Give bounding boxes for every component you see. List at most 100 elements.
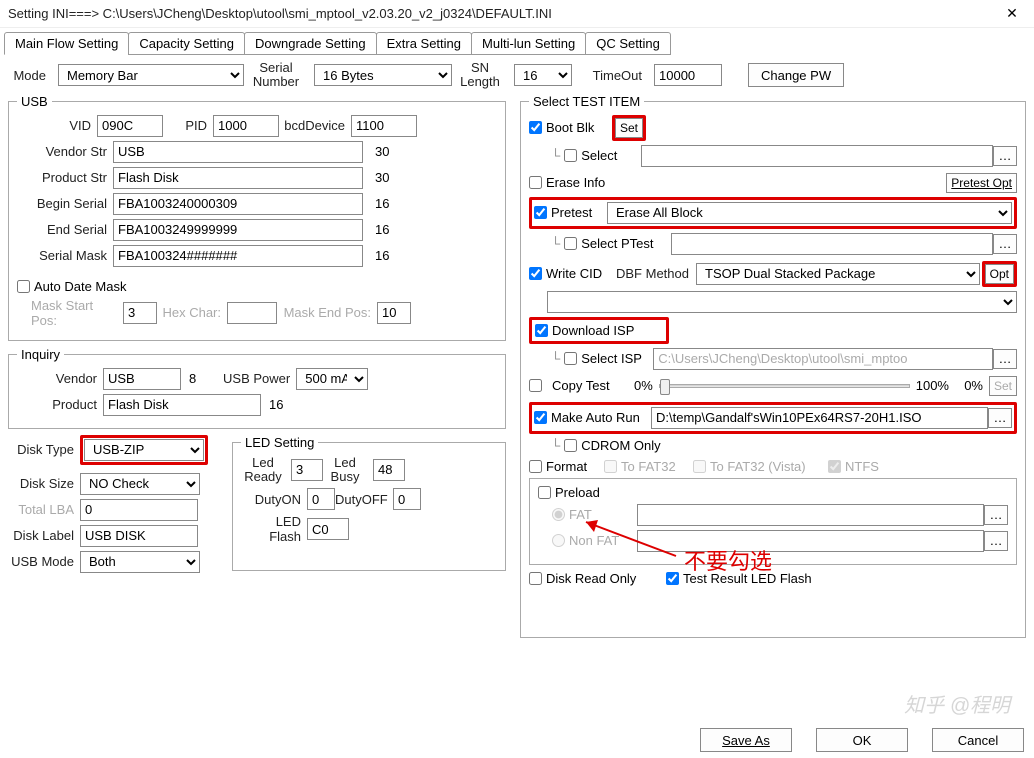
hex-char-input [227, 302, 277, 324]
begin-serial-input[interactable] [113, 193, 363, 215]
fat32-checkbox [604, 460, 617, 473]
ntfs-checkbox [828, 460, 841, 473]
pretest-select[interactable]: Erase All Block [607, 202, 1012, 224]
select-label: Select [581, 148, 641, 163]
cdrom-only-label: CDROM Only [581, 438, 660, 453]
select-ptest-label: Select PTest [581, 236, 671, 251]
test-legend: Select TEST ITEM [529, 94, 644, 109]
usb-mode-select[interactable]: Both [80, 551, 200, 573]
write-cid-checkbox[interactable] [529, 267, 542, 280]
ok-button[interactable]: OK [816, 728, 908, 752]
opt-button[interactable]: Opt [985, 264, 1014, 284]
end-serial-input[interactable] [113, 219, 363, 241]
led-ready-input[interactable] [291, 459, 323, 481]
bcd-input[interactable] [351, 115, 417, 137]
led-ready-label: Led Ready [241, 456, 291, 485]
preload-fieldset: Preload FAT… Non FAT… [529, 478, 1017, 565]
isp-browse-button[interactable]: … [993, 349, 1017, 369]
copy-test-checkbox[interactable] [529, 379, 542, 392]
auto-date-mask-checkbox[interactable] [17, 280, 30, 293]
cid-sub-select[interactable] [547, 291, 1017, 313]
dbf-select[interactable]: TSOP Dual Stacked Package [696, 263, 980, 285]
tab-downgrade[interactable]: Downgrade Setting [244, 32, 377, 55]
timeout-input[interactable] [654, 64, 722, 86]
pretest-checkbox[interactable] [534, 206, 547, 219]
change-pw-button[interactable]: Change PW [748, 63, 844, 87]
tab-extra[interactable]: Extra Setting [376, 32, 472, 55]
save-as-button[interactable]: Save As [700, 728, 792, 752]
test-fieldset: Select TEST ITEM Boot BlkSet Select… Era… [520, 94, 1026, 638]
dutyoff-label: DutyOFF [335, 492, 393, 507]
preload-checkbox[interactable] [538, 486, 551, 499]
cdrom-only-checkbox[interactable] [564, 439, 577, 452]
boot-blk-checkbox[interactable] [529, 121, 542, 134]
sn-length-select[interactable]: 16 [514, 64, 572, 86]
mode-select[interactable]: Memory Bar [58, 64, 244, 86]
fat32v-checkbox [693, 460, 706, 473]
ntfs-label: NTFS [845, 459, 879, 474]
select-browse-button[interactable]: … [993, 146, 1017, 166]
autorun-label: Make Auto Run [551, 410, 651, 425]
vid-input[interactable] [97, 115, 163, 137]
pretest-opt-button[interactable]: Pretest Opt [946, 173, 1017, 193]
autorun-path-input[interactable] [651, 407, 988, 429]
usb-power-label: USB Power [196, 371, 296, 386]
test-result-led-checkbox[interactable] [666, 572, 679, 585]
watermark: 知乎 @程明 [904, 689, 1010, 718]
download-isp-label: Download ISP [552, 323, 634, 338]
close-icon[interactable]: ✕ [998, 5, 1026, 22]
select-ptest-input[interactable] [671, 233, 993, 255]
autorun-browse-button[interactable]: … [988, 408, 1012, 428]
pct-val: 0% [955, 378, 983, 393]
led-fieldset: LED Setting Led Ready Led Busy DutyON Du… [232, 435, 506, 571]
select-checkbox[interactable] [564, 149, 577, 162]
tab-capacity[interactable]: Capacity Setting [128, 32, 245, 55]
inq-vendor-input[interactable] [103, 368, 181, 390]
usb-legend: USB [17, 94, 52, 109]
fat-browse[interactable]: … [984, 505, 1008, 525]
select-path-input[interactable] [641, 145, 993, 167]
erase-info-label: Erase Info [546, 175, 605, 190]
select-ptest-checkbox[interactable] [564, 237, 577, 250]
copy-test-slider[interactable] [659, 384, 910, 388]
disk-type-select[interactable]: USB-ZIP [84, 439, 204, 461]
select-isp-checkbox[interactable] [564, 352, 577, 365]
serial-mask-max: 16 [375, 248, 389, 263]
led-busy-input[interactable] [373, 459, 405, 481]
autorun-checkbox[interactable] [534, 411, 547, 424]
led-flash-input[interactable] [307, 518, 349, 540]
disk-label-label: Disk Label [8, 528, 80, 543]
vendor-str-input[interactable] [113, 141, 363, 163]
cancel-button[interactable]: Cancel [932, 728, 1024, 752]
format-checkbox[interactable] [529, 460, 542, 473]
product-str-label: Product Str [17, 170, 113, 185]
disk-label-input[interactable] [80, 525, 198, 547]
preload-label: Preload [555, 485, 600, 500]
select-ptest-browse[interactable]: … [993, 234, 1017, 254]
inq-product-input[interactable] [103, 394, 261, 416]
serial-mask-input[interactable] [113, 245, 363, 267]
erase-info-checkbox[interactable] [529, 176, 542, 189]
disk-size-select[interactable]: NO Check [80, 473, 200, 495]
download-isp-checkbox[interactable] [535, 324, 548, 337]
format-label: Format [546, 459, 604, 474]
serial-number-select[interactable]: 16 Bytes [314, 64, 452, 86]
end-serial-max: 16 [375, 222, 389, 237]
mask-start-input [123, 302, 157, 324]
nonfat-browse[interactable]: … [984, 531, 1008, 551]
usb-power-select[interactable]: 500 mA [296, 368, 368, 390]
dutyoff-input[interactable] [393, 488, 421, 510]
pid-input[interactable] [213, 115, 279, 137]
tab-main-flow[interactable]: Main Flow Setting [4, 32, 129, 55]
tab-multilun[interactable]: Multi-lun Setting [471, 32, 586, 55]
dutyon-input[interactable] [307, 488, 335, 510]
window-title: Setting INI===> C:\Users\JCheng\Desktop\… [8, 6, 998, 21]
auto-date-mask-label: Auto Date Mask [34, 279, 127, 294]
disk-ro-checkbox[interactable] [529, 572, 542, 585]
product-str-input[interactable] [113, 167, 363, 189]
tab-qc[interactable]: QC Setting [585, 32, 671, 55]
disk-ro-label: Disk Read Only [546, 571, 666, 586]
end-serial-label: End Serial [17, 222, 113, 237]
set-button[interactable]: Set [615, 118, 643, 138]
hex-char-label: Hex Char: [157, 305, 227, 320]
